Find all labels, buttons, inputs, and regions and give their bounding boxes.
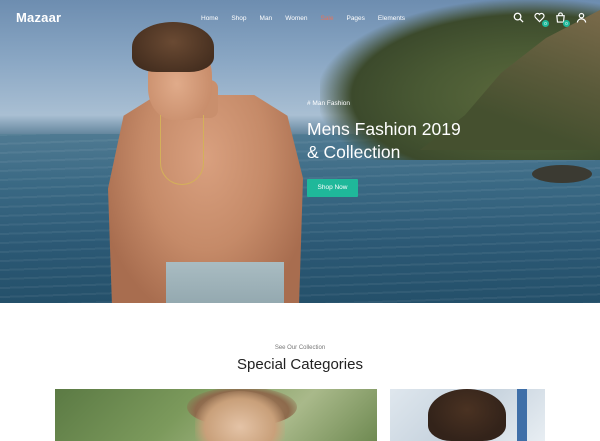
hero-tag: # Man Fashion <box>307 100 350 107</box>
site-logo[interactable]: Mazaar <box>16 10 61 25</box>
main-menu: Home Shop Man Women Sale Pages Elements <box>201 15 405 22</box>
section-title: Special Categories <box>237 356 363 373</box>
section-kicker: See Our Collection <box>274 345 326 351</box>
hero-banner: # Man Fashion Mens Fashion 2019 & Collec… <box>0 0 600 303</box>
search-icon[interactable] <box>513 12 524 23</box>
user-icon[interactable] <box>576 12 587 23</box>
nav-item-women[interactable]: Women <box>285 15 307 22</box>
shop-now-button[interactable]: Shop Now <box>307 179 358 197</box>
wishlist-count-badge: 0 <box>542 20 549 27</box>
category-card-kids[interactable] <box>390 389 545 441</box>
nav-item-man[interactable]: Man <box>260 15 273 22</box>
category-image-stripe <box>517 389 527 441</box>
nav-item-shop[interactable]: Shop <box>231 15 246 22</box>
nav-item-elements[interactable]: Elements <box>378 15 405 22</box>
nav-item-sale[interactable]: Sale <box>320 15 333 22</box>
model-shorts <box>166 262 284 303</box>
hero-title-line-2: & Collection <box>307 142 401 162</box>
hero-title: Mens Fashion 2019 & Collection <box>307 118 507 164</box>
model-necklace <box>160 115 204 185</box>
heart-icon[interactable]: 0 <box>534 12 549 27</box>
header-icons: 0 0 <box>513 12 587 27</box>
hero-title-line-1: Mens Fashion 2019 <box>307 119 461 139</box>
category-card-women[interactable] <box>55 389 377 441</box>
cart-icon[interactable]: 0 <box>555 12 570 27</box>
nav-item-pages[interactable]: Pages <box>346 15 364 22</box>
cart-count-badge: 0 <box>563 20 570 27</box>
nav-item-home[interactable]: Home <box>201 15 218 22</box>
category-image-hair <box>428 389 506 441</box>
top-navigation: Mazaar Home Shop Man Women Sale Pages El… <box>0 0 600 40</box>
sea-rock <box>532 165 592 183</box>
